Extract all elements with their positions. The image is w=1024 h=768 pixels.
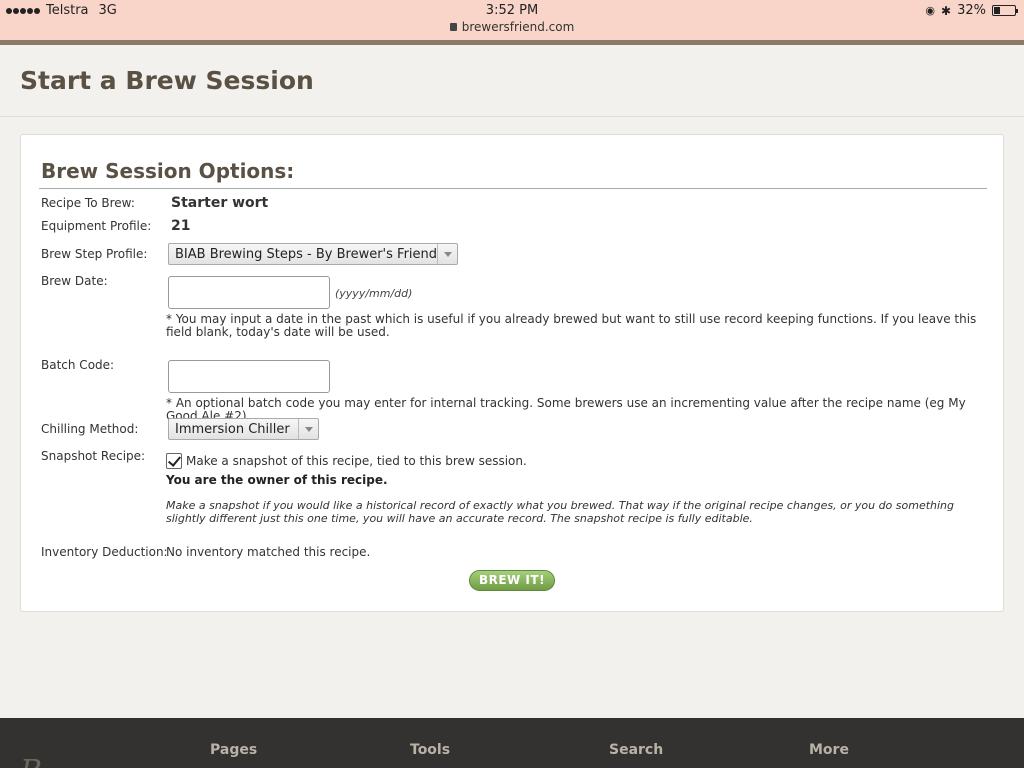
brew-session-options-panel: Brew Session Options: Recipe To Brew: St… [20, 134, 1004, 612]
brew-date-note: * You may input a date in the past which… [166, 312, 977, 339]
inventory-label: Inventory Deduction: [41, 545, 168, 559]
footer-nav-search[interactable]: Search [609, 742, 663, 758]
chevron-down-icon [437, 244, 457, 264]
brew-step-label: Brew Step Profile: [41, 247, 148, 261]
panel-title: Brew Session Options: [41, 159, 295, 183]
snapshot-checkbox-label[interactable]: Make a snapshot of this recipe, tied to … [186, 454, 527, 468]
url-text: brewersfriend.com [461, 20, 575, 34]
footer: B Pages Tools Search More [0, 718, 1024, 768]
brewers-friend-logo[interactable]: B [20, 754, 42, 768]
brew-date-format-hint: (yyyy/mm/dd) [335, 287, 413, 300]
recipe-label: Recipe To Brew: [41, 196, 135, 210]
brew-step-select[interactable]: BIAB Brewing Steps - By Brewer's Friend [168, 243, 458, 265]
brew-it-button[interactable]: BREW IT! [469, 570, 555, 591]
footer-nav-more[interactable]: More [809, 742, 849, 758]
snapshot-description: Make a snapshot if you would like a hist… [166, 499, 955, 525]
panel-divider [39, 188, 987, 189]
battery-fill [994, 7, 1000, 14]
chevron-down-icon [298, 419, 318, 439]
rotation-lock-icon: ◉ [925, 4, 936, 17]
header-stripe [0, 40, 1024, 45]
chilling-method-label: Chilling Method: [41, 422, 139, 436]
brew-step-selected: BIAB Brewing Steps - By Brewer's Friend [175, 247, 438, 262]
batch-code-input[interactable] [168, 360, 330, 393]
status-right: ◉ ✱ 32% [925, 3, 1018, 18]
status-bar: Telstra 3G 3:52 PM brewersfriend.com ◉ ✱… [0, 0, 1024, 40]
footer-nav-pages[interactable]: Pages [210, 742, 257, 758]
status-time: 3:52 PM [485, 3, 539, 18]
address-bar[interactable]: brewersfriend.com [0, 20, 1024, 34]
battery-icon [992, 5, 1018, 16]
equipment-label: Equipment Profile: [41, 219, 152, 233]
batch-code-label: Batch Code: [41, 358, 115, 372]
bluetooth-icon: ✱ [941, 3, 952, 18]
title-divider [0, 116, 1024, 117]
brew-date-input[interactable] [168, 276, 330, 309]
brew-date-label: Brew Date: [41, 274, 108, 288]
chilling-method-selected: Immersion Chiller [175, 422, 290, 437]
inventory-value: No inventory matched this recipe. [166, 545, 371, 559]
snapshot-checkbox[interactable] [166, 453, 182, 469]
recipe-value: Starter wort [171, 195, 269, 211]
owner-notice: You are the owner of this recipe. [166, 473, 388, 487]
footer-nav-tools[interactable]: Tools [410, 742, 450, 758]
page-title: Start a Brew Session [20, 66, 314, 95]
battery-percent: 32% [957, 3, 986, 18]
chilling-method-select[interactable]: Immersion Chiller [168, 418, 319, 440]
lock-icon [449, 23, 457, 31]
equipment-value: 21 [171, 218, 191, 234]
snapshot-label: Snapshot Recipe: [41, 449, 146, 463]
